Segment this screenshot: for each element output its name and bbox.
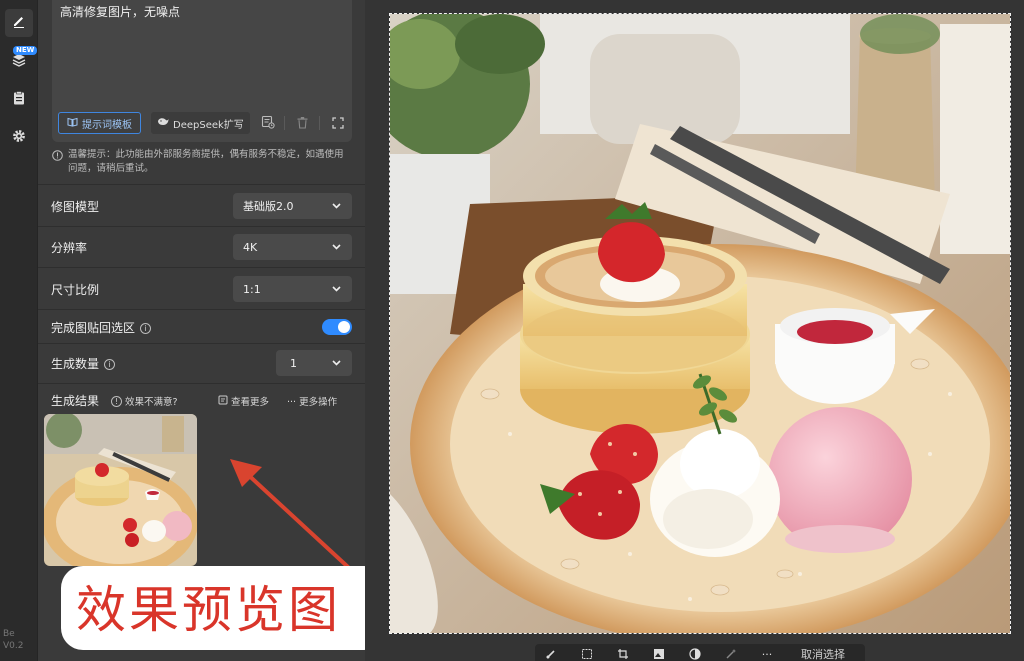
document-history-icon (261, 114, 275, 133)
version-label: Be V0.2 (3, 629, 24, 651)
aspect-value: 1:1 (243, 282, 261, 296)
count-select[interactable]: 1 (276, 350, 352, 376)
gear-icon (11, 128, 27, 148)
new-badge: NEW (13, 46, 38, 55)
annotation-arrow (230, 459, 350, 569)
ai-repair-panel: 高清修复图片，无噪点 提示词模板 DeepSeek扩写 温馨提示：此功能由外部服… (38, 0, 386, 661)
info-icon: ! (111, 395, 122, 407)
prompt-text[interactable]: 高清修复图片，无噪点 (60, 3, 180, 20)
expand-icon (332, 114, 344, 133)
more-actions-button[interactable]: ··· 更多操作 (287, 394, 337, 408)
image-icon (653, 645, 665, 661)
trash-icon (296, 114, 309, 133)
crop-icon (617, 645, 629, 661)
notice-text: 温馨提示：此功能由外部服务商提供，偶有服务不稳定，如遇使用问题，请稍后重试。 (68, 149, 344, 174)
view-more-button[interactable]: 查看更多 (218, 394, 269, 408)
edit-tool-button[interactable] (5, 9, 33, 37)
model-label: 修图模型 (51, 200, 100, 214)
magic-wand-icon (725, 645, 737, 661)
resolution-select[interactable]: 4K (233, 234, 352, 260)
callout-text: 效果预览图 (76, 581, 341, 639)
select-tool-button[interactable] (577, 647, 597, 661)
aspect-row: 尺寸比例 1:1 (38, 267, 365, 309)
count-label: 生成数量 i (51, 355, 116, 372)
brush-icon (545, 645, 557, 661)
resolution-label: 分辨率 (51, 241, 88, 255)
resolution-row: 分辨率 4K (38, 226, 365, 267)
deepseek-label: DeepSeek扩写 (173, 119, 244, 131)
settings-tool-button[interactable] (5, 124, 33, 152)
prompt-toolbar: 提示词模板 DeepSeek扩写 (58, 112, 346, 134)
model-select[interactable]: 基础版2.0 (233, 193, 352, 219)
toolbar-divider (283, 116, 285, 130)
chevron-down-icon (331, 241, 342, 255)
crop-tool-button[interactable] (613, 647, 633, 661)
info-icon: i (104, 359, 116, 370)
main-image[interactable] (389, 13, 1011, 634)
selection-toolbar: ··· 取消选择 (535, 644, 865, 661)
model-value: 基础版2.0 (243, 200, 294, 213)
selection-icon (581, 645, 593, 661)
contrast-icon (689, 645, 701, 661)
invert-tool-button[interactable] (685, 647, 705, 661)
history-prompt-button[interactable] (260, 115, 276, 131)
result-thumbnail[interactable] (44, 414, 197, 566)
info-icon (52, 150, 63, 166)
feedback-label: 效果不满意? (125, 397, 178, 408)
prompt-editor[interactable]: 高清修复图片，无噪点 提示词模板 DeepSeek扩写 (52, 0, 352, 142)
count-row: 生成数量 i 1 (38, 343, 365, 383)
results-header: 生成结果 ! 效果不满意? 查看更多 ··· 更多操作 (38, 383, 365, 413)
info-icon: i (140, 323, 152, 334)
resolution-value: 4K (243, 240, 258, 254)
book-icon (67, 117, 78, 130)
history-tool-button[interactable] (5, 86, 33, 114)
more-tools-button[interactable]: ··· (757, 647, 777, 661)
canvas-area[interactable]: ··· 取消选择 (365, 0, 1024, 661)
paste-back-row: 完成图贴回选区 i (38, 309, 365, 343)
tool-rail: NEW Be V0.2 (0, 0, 38, 661)
paste-back-label: 完成图贴回选区 i (51, 319, 152, 336)
layers-icon (11, 52, 27, 72)
pen-icon (11, 13, 27, 33)
clear-prompt-button[interactable] (295, 115, 311, 131)
brush-tool-button[interactable] (541, 647, 561, 661)
prompt-template-button[interactable]: 提示词模板 (58, 112, 141, 134)
magic-tool-button[interactable] (721, 647, 741, 661)
service-notice: 温馨提示：此功能由外部服务商提供，偶有服务不稳定，如遇使用问题，请稍后重试。 (52, 148, 352, 176)
aspect-label: 尺寸比例 (51, 283, 100, 297)
deepseek-expand-button[interactable]: DeepSeek扩写 (151, 112, 250, 134)
paste-back-toggle[interactable] (322, 319, 352, 335)
view-more-label: 查看更多 (231, 397, 270, 408)
whale-icon (157, 117, 169, 129)
clipboard-icon (11, 90, 27, 110)
toolbar-divider (318, 116, 320, 130)
feedback-link[interactable]: ! 效果不满意? (111, 394, 178, 408)
chevron-down-icon (331, 283, 342, 297)
gallery-icon (218, 395, 228, 408)
cancel-selection-button[interactable]: 取消选择 (801, 646, 845, 661)
count-value: 1 (290, 356, 297, 370)
image-tool-button[interactable] (649, 647, 669, 661)
chevron-down-icon (331, 357, 342, 371)
prompt-template-label: 提示词模板 (82, 119, 132, 131)
model-row: 修图模型 基础版2.0 (38, 184, 365, 226)
aspect-select[interactable]: 1:1 (233, 276, 352, 302)
more-icon: ··· (761, 647, 773, 661)
preview-callout: 效果预览图 (61, 566, 386, 650)
results-label: 生成结果 (51, 394, 100, 408)
fullscreen-button[interactable] (330, 115, 346, 131)
chevron-down-icon (331, 200, 342, 214)
